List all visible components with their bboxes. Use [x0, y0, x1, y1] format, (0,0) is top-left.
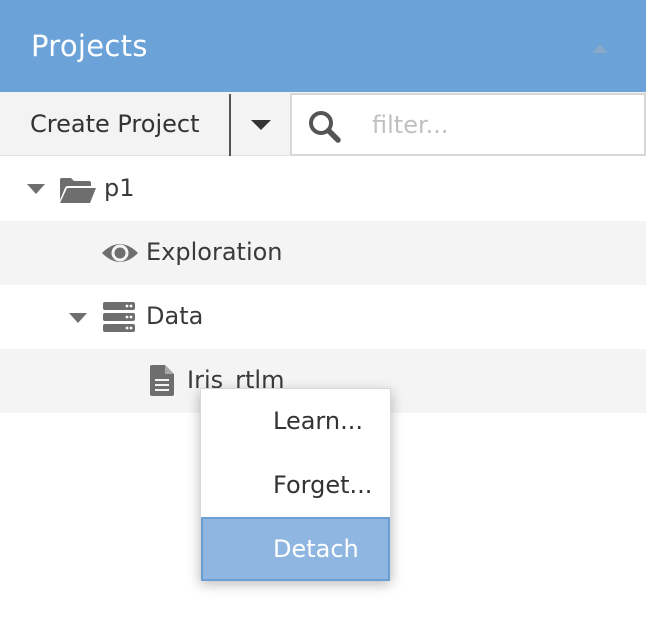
- projects-panel: Projects Create Project filter... p1 Exp…: [0, 0, 646, 626]
- eye-icon: [102, 244, 138, 262]
- create-project-dropdown-button[interactable]: [233, 94, 289, 156]
- tree-row-data[interactable]: Data: [0, 285, 646, 349]
- menu-item-detach[interactable]: Detach: [201, 517, 390, 581]
- filter-field: [290, 93, 646, 156]
- file-icon: [150, 365, 174, 396]
- menu-item-label: Forget...: [273, 471, 373, 499]
- caret-up-icon: [592, 44, 608, 53]
- search-icon: [309, 111, 341, 143]
- caret-down-icon[interactable]: [68, 312, 88, 324]
- create-project-label: Create Project: [30, 110, 200, 138]
- panel-header: Projects: [0, 0, 646, 92]
- menu-item-learn[interactable]: Learn...: [201, 389, 390, 453]
- tree-label-exploration: Exploration: [146, 238, 283, 266]
- tree-label-p1: p1: [104, 174, 135, 202]
- filter-input[interactable]: [372, 105, 632, 145]
- create-project-button[interactable]: Create Project: [0, 94, 231, 156]
- tree-row-p1[interactable]: p1: [0, 157, 646, 221]
- caret-down-icon: [251, 120, 271, 130]
- menu-item-forget[interactable]: Forget...: [201, 453, 390, 517]
- panel-title: Projects: [31, 29, 148, 63]
- server-icon: [103, 302, 135, 332]
- context-menu: Learn... Forget... Detach: [200, 388, 391, 581]
- tree-label-data: Data: [146, 302, 204, 330]
- folder-open-icon: [60, 178, 96, 203]
- menu-item-label: Detach: [273, 535, 359, 563]
- menu-item-label: Learn...: [273, 407, 363, 435]
- caret-down-icon[interactable]: [26, 183, 46, 195]
- tree-row-exploration[interactable]: Exploration: [0, 221, 646, 285]
- collapse-button[interactable]: [586, 36, 614, 60]
